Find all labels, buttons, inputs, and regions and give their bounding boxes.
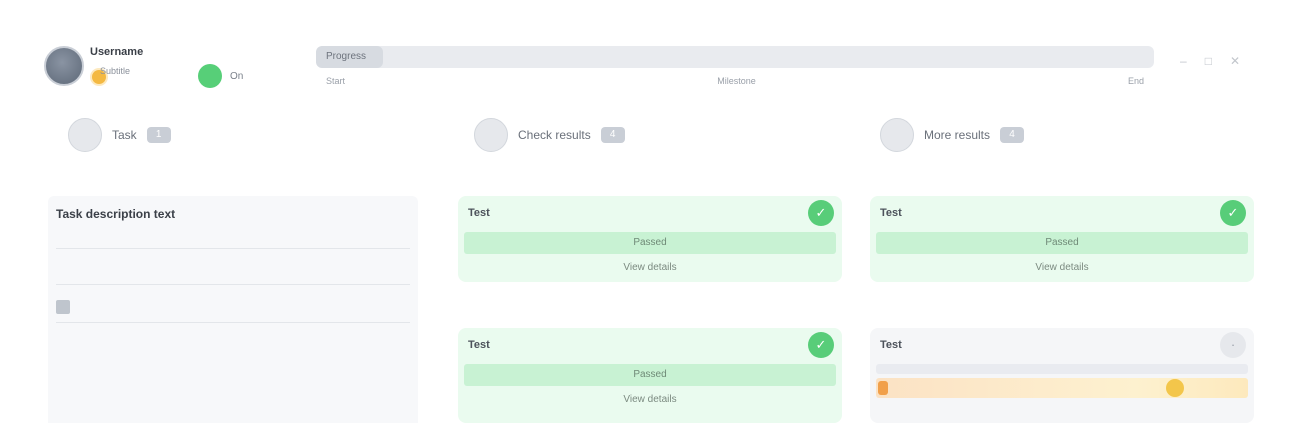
- progress-track: Progress: [316, 46, 1154, 68]
- progress-tick-start: Start: [326, 76, 346, 86]
- user-name: Username: [90, 46, 144, 58]
- card-header: Test ✓: [458, 196, 842, 232]
- warning-track: [876, 378, 1248, 398]
- result-card-warning[interactable]: Test ·: [870, 328, 1254, 423]
- task-title: Task description text: [56, 207, 176, 221]
- check-icon: ✓: [1220, 200, 1246, 226]
- progress-label: Progress: [326, 51, 367, 62]
- progress-ticks: Start Milestone End: [316, 76, 1154, 86]
- result-band: Passed: [464, 364, 836, 386]
- card-title: Test: [468, 207, 490, 219]
- window-controls: – □ ✕: [1180, 54, 1240, 68]
- column-title: More results: [924, 128, 991, 142]
- maximize-icon[interactable]: □: [1205, 54, 1212, 68]
- status-indicator[interactable]: On: [198, 64, 243, 88]
- card-header: Test ✓: [458, 328, 842, 364]
- status-dot-icon: [198, 64, 222, 88]
- minimize-icon[interactable]: –: [1180, 54, 1187, 68]
- divider: [56, 248, 410, 249]
- card-title: Test: [468, 339, 490, 351]
- user-subtitle: Subtitle: [100, 66, 131, 76]
- check-icon: ✓: [808, 200, 834, 226]
- progress-tick-middle: Milestone: [717, 76, 756, 86]
- column-header-more-results[interactable]: More results 4: [880, 118, 1025, 152]
- result-band: Passed: [464, 232, 836, 254]
- results-icon: [880, 118, 914, 152]
- top-bar: Username Subtitle On Progress Start Mile…: [0, 0, 1302, 110]
- column-title: Task: [112, 128, 137, 142]
- details-link[interactable]: View details: [458, 254, 842, 282]
- details-link[interactable]: View details: [870, 254, 1254, 282]
- column-count-badge: 1: [146, 127, 171, 143]
- card-title: Test: [880, 339, 902, 351]
- warning-marker[interactable]: [1166, 379, 1184, 397]
- file-icon: [56, 300, 70, 314]
- close-icon[interactable]: ✕: [1230, 54, 1240, 68]
- status-text: On: [230, 70, 244, 82]
- column-header-task[interactable]: Task 1: [68, 118, 171, 152]
- results-icon: [474, 118, 508, 152]
- card-header: Test ·: [870, 328, 1254, 364]
- column-title: Check results: [518, 128, 591, 142]
- divider: [56, 284, 410, 285]
- column-header-results[interactable]: Check results 4: [474, 118, 625, 152]
- check-icon: ✓: [808, 332, 834, 358]
- result-card[interactable]: Test ✓ Passed View details: [458, 196, 842, 282]
- card-title: Test: [880, 207, 902, 219]
- column-count-badge: 4: [1000, 127, 1025, 143]
- task-meta-row: [56, 300, 78, 314]
- result-card[interactable]: Test ✓ Passed View details: [458, 328, 842, 423]
- divider: [56, 322, 410, 323]
- column-count-badge: 4: [600, 127, 625, 143]
- card-header: Test ✓: [870, 196, 1254, 232]
- task-icon: [68, 118, 102, 152]
- progress-tick-end: End: [1127, 76, 1144, 86]
- avatar[interactable]: [44, 46, 84, 86]
- progress-bar: Progress Start Milestone End: [316, 46, 1154, 86]
- result-band: Passed: [876, 232, 1248, 254]
- warning-start-marker: [878, 381, 888, 395]
- task-panel: Task description text: [48, 196, 418, 423]
- pending-icon: ·: [1220, 332, 1246, 358]
- details-link[interactable]: View details: [458, 386, 842, 414]
- result-card[interactable]: Test ✓ Passed View details: [870, 196, 1254, 282]
- warning-strip: [876, 364, 1248, 374]
